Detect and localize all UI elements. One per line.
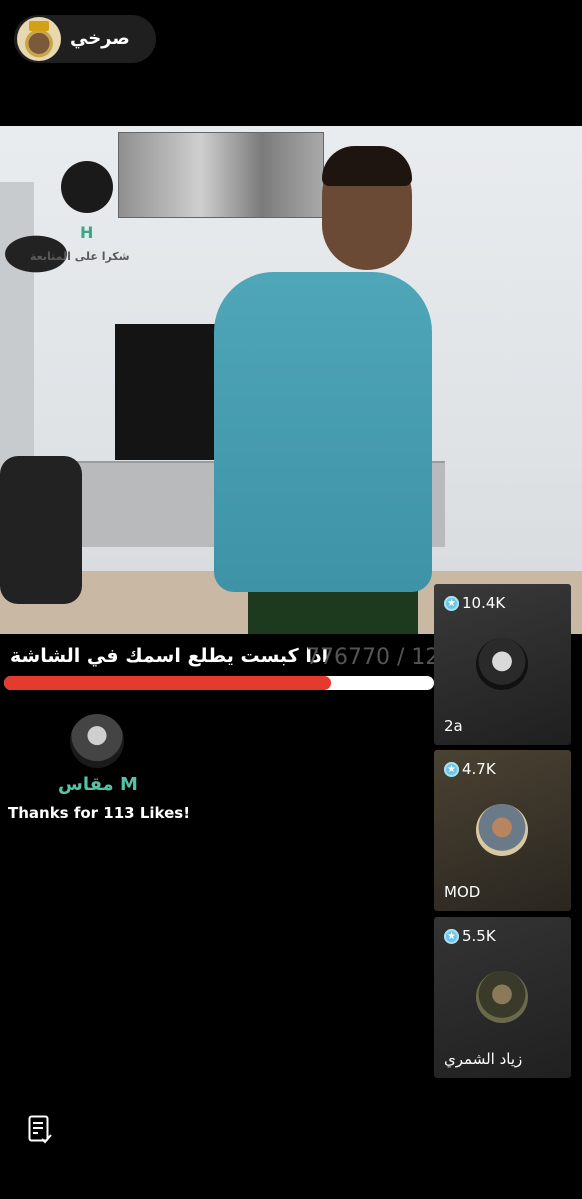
gifter-card[interactable]: ★ 5.5K زياد الشمري [434, 917, 571, 1078]
goal-progress-bar [4, 676, 434, 690]
host-avatar[interactable] [17, 17, 61, 61]
chair [0, 456, 82, 604]
overlay-circle [61, 161, 113, 213]
coin-icon: ★ [444, 761, 459, 777]
host-pill[interactable]: صرخي [14, 15, 156, 63]
coin-value: 10.4K [462, 594, 506, 612]
gifter-label: زياد الشمري [444, 1050, 523, 1068]
gifter-avatar[interactable] [476, 971, 528, 1023]
goal-count: 776770 / 128 [306, 645, 454, 670]
coin-count: ★ 10.4K [444, 594, 505, 612]
crown-icon [29, 21, 49, 31]
goal-text: اذا كبست يطلع اسمك في الشاشة [10, 645, 329, 667]
coin-value: 5.5K [462, 927, 496, 945]
host-name: صرخي [70, 28, 130, 49]
person-torso [214, 272, 432, 592]
goal-progress-fill [4, 676, 331, 690]
gifter-avatar[interactable] [476, 804, 528, 856]
likes-thanks-message: Thanks for 113 Likes! [8, 804, 191, 822]
coin-icon: ★ [444, 595, 459, 611]
liker-name: مقاس M [58, 774, 138, 795]
overlay-caption: شكرا على المتابعة [30, 250, 130, 263]
gifter-avatar[interactable] [476, 638, 528, 690]
person-hair [322, 146, 412, 186]
document-check-icon[interactable] [28, 1115, 52, 1145]
coin-icon: ★ [444, 928, 459, 944]
coin-value: 4.7K [462, 760, 496, 778]
overlay-letter: H [80, 223, 94, 242]
wall-painting [118, 132, 324, 218]
coin-count: ★ 4.7K [444, 760, 496, 778]
live-video[interactable]: H شكرا على المتابعة [0, 126, 582, 634]
gifter-card[interactable]: ★ 10.4K 2a [434, 584, 571, 745]
gifter-label: MOD [444, 883, 481, 901]
liker-avatar[interactable] [70, 714, 124, 768]
coin-count: ★ 5.5K [444, 927, 496, 945]
gifter-card[interactable]: ★ 4.7K MOD [434, 750, 571, 911]
gifter-label: 2a [444, 717, 463, 735]
